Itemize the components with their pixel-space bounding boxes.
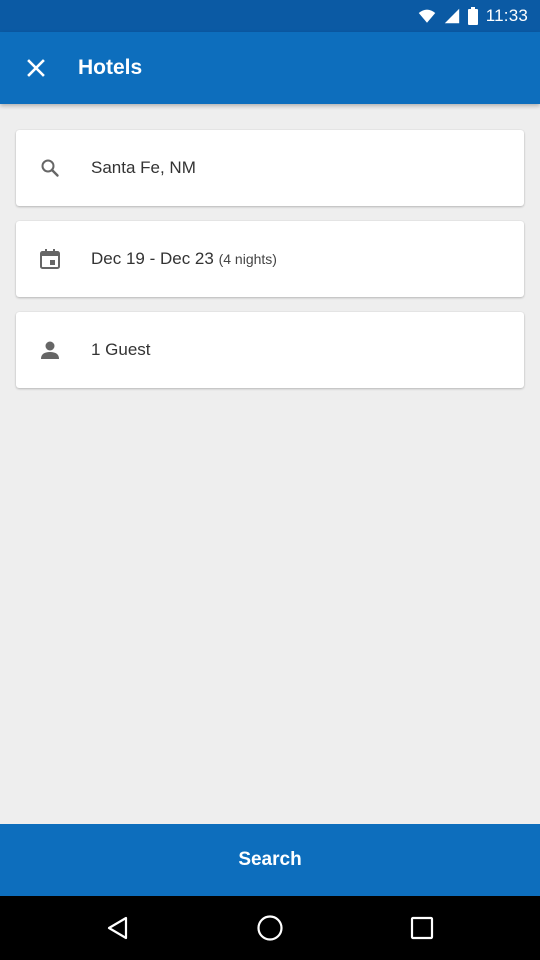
calendar-icon xyxy=(40,249,60,269)
guests-field[interactable]: 1 Guest xyxy=(16,312,524,388)
signal-icon xyxy=(444,8,459,24)
home-icon xyxy=(257,915,283,941)
person-icon xyxy=(41,341,59,359)
status-icons: 11:33 xyxy=(418,0,528,32)
nights-count: (4 nights) xyxy=(218,251,277,267)
status-time: 11:33 xyxy=(485,6,528,25)
dates-value: Dec 19 - Dec 23 xyxy=(91,249,214,268)
recents-button[interactable] xyxy=(402,908,442,948)
navigation-bar xyxy=(0,896,540,960)
back-icon xyxy=(107,916,128,940)
guests-value: 1 Guest xyxy=(91,340,151,359)
dates-field[interactable]: Dec 19 - Dec 23 (4 nights) xyxy=(16,221,524,297)
page-title: Hotels xyxy=(78,56,143,79)
recents-icon xyxy=(410,916,434,940)
close-icon xyxy=(27,59,45,77)
search-icon xyxy=(41,159,59,177)
back-button[interactable] xyxy=(98,908,138,948)
app-bar: Hotels xyxy=(0,32,540,104)
home-button[interactable] xyxy=(250,908,290,948)
destination-value: Santa Fe, NM xyxy=(91,158,196,177)
dates-text: Dec 19 - Dec 23 (4 nights) xyxy=(91,221,277,297)
wifi-icon xyxy=(418,9,435,23)
close-button[interactable] xyxy=(14,46,58,90)
status-bar: 11:33 xyxy=(0,0,540,32)
battery-icon xyxy=(467,7,478,25)
search-button[interactable]: Search xyxy=(0,824,540,896)
destination-field[interactable]: Santa Fe, NM xyxy=(16,130,524,206)
